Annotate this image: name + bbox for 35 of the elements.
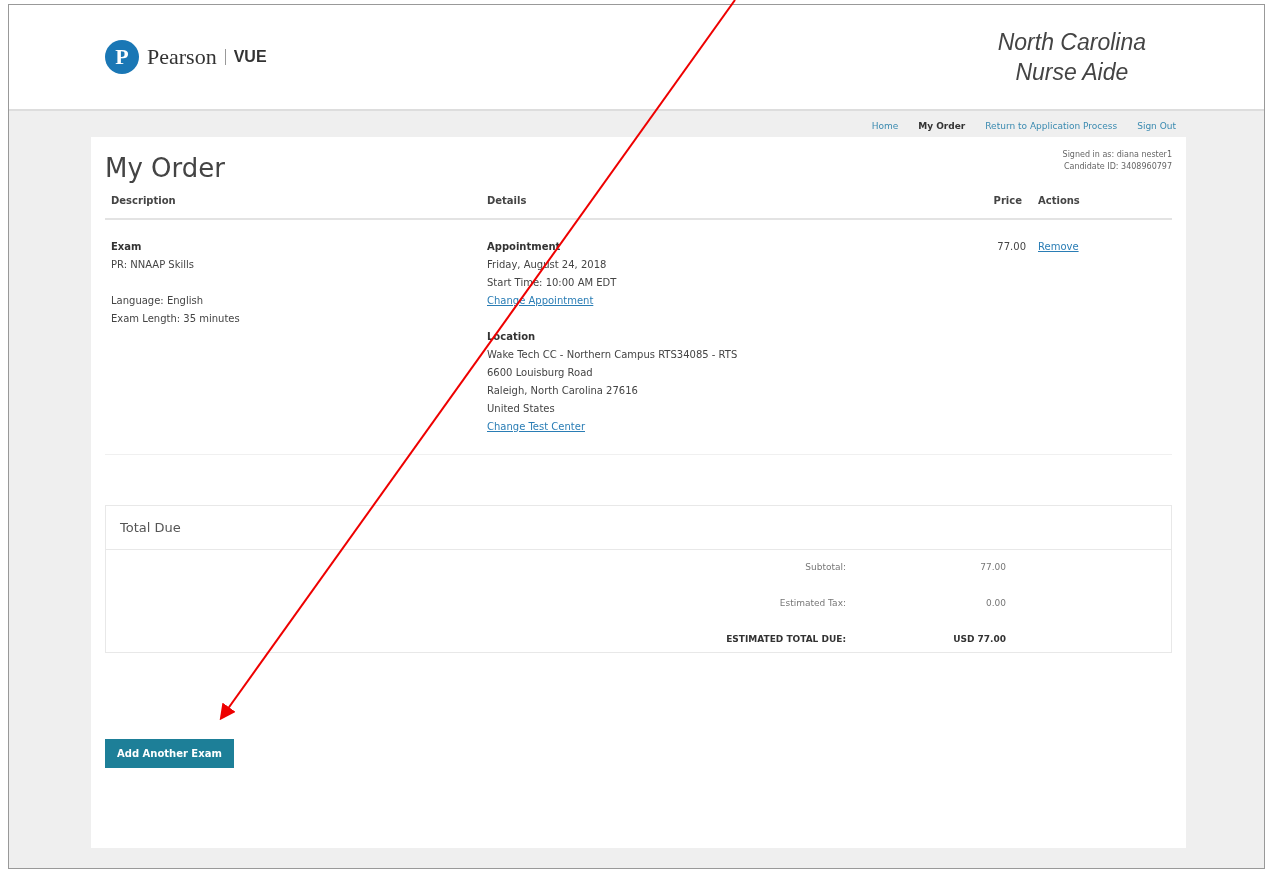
detail-line: 6600 Louisburg Road bbox=[487, 366, 594, 380]
total-label: Estimated Tax: bbox=[778, 598, 846, 608]
total-label: Subtotal: bbox=[804, 562, 846, 572]
total-label: ESTIMATED TOTAL DUE: bbox=[725, 634, 846, 644]
program-title: Nurse Aide bbox=[1015, 58, 1129, 87]
column-header: Price bbox=[962, 183, 1032, 220]
column-header: Actions bbox=[1032, 183, 1172, 220]
total-value: 0.00 bbox=[984, 598, 1006, 608]
total-value: 77.00 bbox=[979, 562, 1006, 572]
item-type: Exam bbox=[111, 240, 143, 254]
change-link[interactable]: Change Test Center bbox=[487, 418, 585, 436]
add-exam-button[interactable]: Add Another Exam bbox=[105, 739, 234, 768]
logo-icon: P bbox=[105, 40, 139, 74]
nav-link[interactable]: Return to Application Process bbox=[985, 121, 1118, 131]
column-header: Details bbox=[481, 183, 962, 220]
exam-length: Exam Length: 35 minutes bbox=[111, 312, 241, 326]
detail-line: United States bbox=[487, 402, 556, 416]
page-title: My Order bbox=[105, 153, 225, 183]
nav-link[interactable]: Sign Out bbox=[1137, 121, 1176, 131]
panel-title: Total Due bbox=[106, 506, 1171, 550]
brand-name: Pearson bbox=[147, 44, 217, 70]
detail-line: Raleigh, North Carolina 27616 bbox=[487, 384, 639, 398]
price: 77.00 bbox=[996, 240, 1026, 254]
remove-link[interactable]: Remove bbox=[1038, 238, 1079, 256]
product-name: VUE bbox=[233, 48, 267, 66]
column-header: Description bbox=[105, 183, 481, 220]
exam-name: PR: NNAAP Skills bbox=[111, 258, 196, 272]
account-info: Signed in as: diana nester1 bbox=[1062, 149, 1172, 161]
detail-line: Wake Tech CC - Northern Campus RTS34085 - RTS bbox=[487, 348, 739, 362]
program-title: North Carolina bbox=[997, 28, 1146, 57]
nav-link[interactable]: Home bbox=[871, 121, 899, 131]
nav-link[interactable]: My Order bbox=[918, 121, 966, 131]
exam-language: Language: English bbox=[111, 294, 204, 308]
account-info: Candidate ID: 3408960797 bbox=[1063, 161, 1172, 173]
total-value: USD 77.00 bbox=[952, 634, 1006, 644]
